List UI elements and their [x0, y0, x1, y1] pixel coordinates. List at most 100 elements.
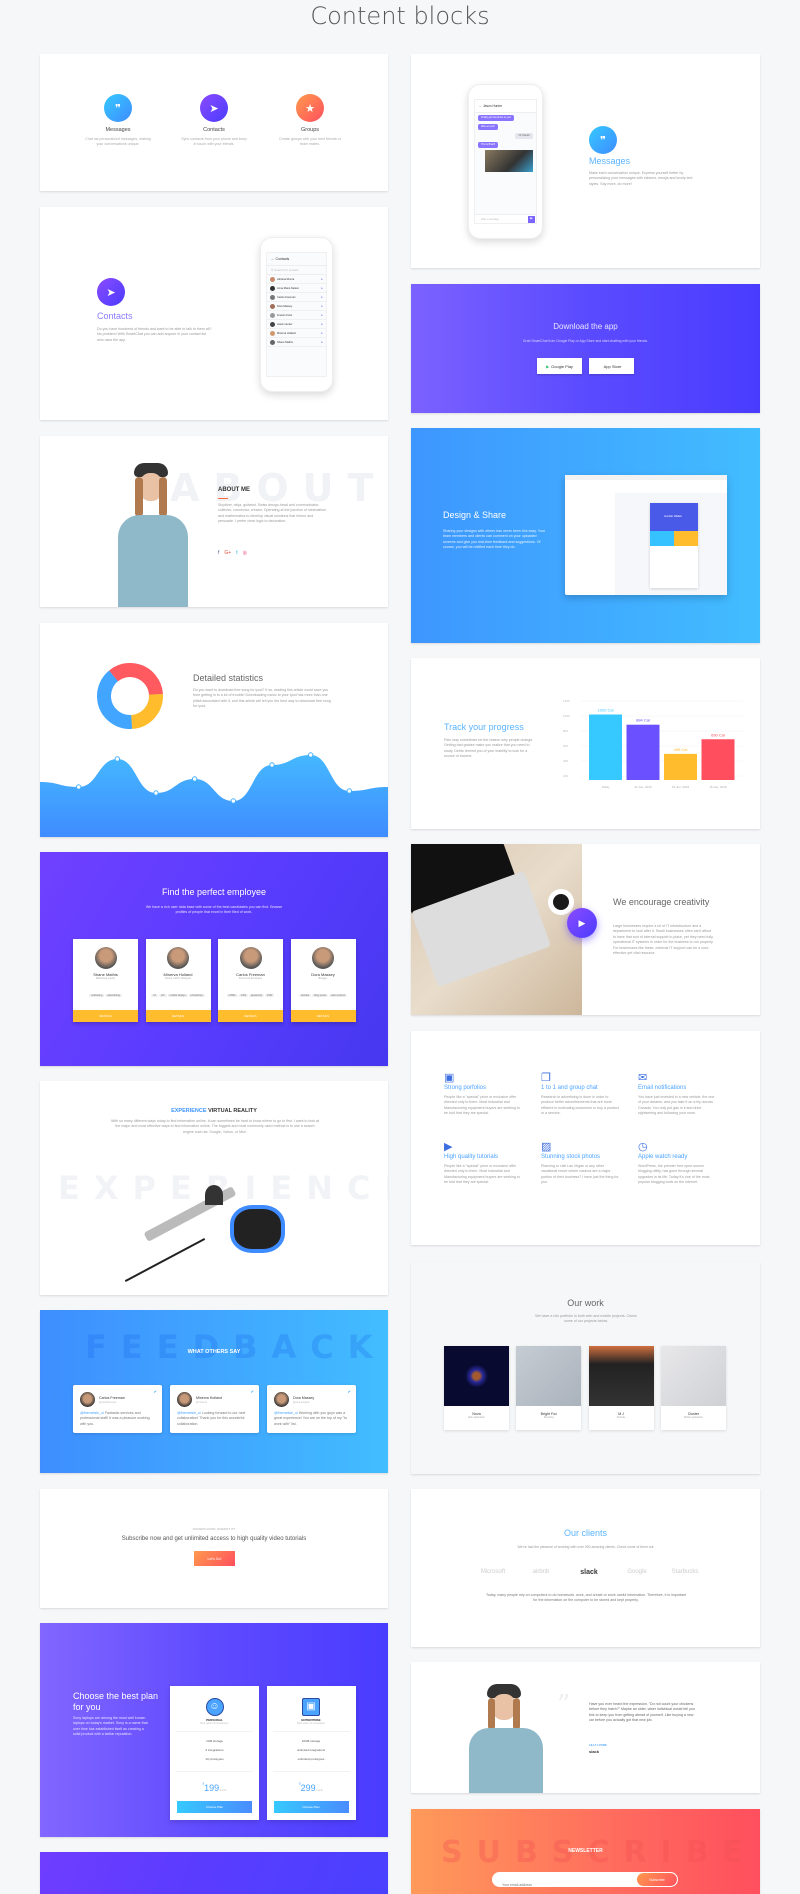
send-icon[interactable]: ➤ [321, 296, 323, 299]
mock-profile-name: Jennifer Walker [650, 503, 698, 531]
wave-point [75, 784, 82, 790]
contact-row[interactable]: Dora Massey ➤ [267, 302, 326, 311]
x-tick-label: 21 Jun, 2016 [634, 785, 652, 789]
employee-card: Minerva Holland Senior UI/UX Designer UI UX… [145, 939, 211, 1022]
title-underline [218, 498, 228, 499]
app-store-button[interactable]: App Store [589, 358, 634, 374]
message-input[interactable]: Write a message ▶ [475, 214, 536, 223]
work-title: Our work [567, 1298, 604, 1308]
send-icon[interactable]: ➤ [321, 323, 323, 326]
google-play-label: Google Play [551, 363, 573, 369]
bar [664, 753, 697, 780]
send-button[interactable]: ▶ [528, 216, 535, 223]
watch-icon: ◷ [638, 1141, 648, 1153]
contact-row[interactable]: Minerva Holland ➤ [267, 329, 326, 338]
vr-title-accent: EXPERIENCE [171, 1108, 207, 1114]
employee-card: Shane Mathis Marketing expert marketing adv… [73, 939, 138, 1022]
avatar [270, 276, 275, 282]
testimonial-card: Carlos Freeman @carlosfreeman ✔ @themeisle_… [73, 1385, 162, 1433]
portfolio-tile[interactable]: Bright Fox Branding [516, 1346, 582, 1430]
app-mockup: Jennifer Walker [565, 475, 727, 595]
choose-plan-button[interactable]: Choose Plan [177, 1801, 252, 1813]
x-tick-label: 15 Jun, 2016 [709, 785, 727, 789]
wave-point [346, 788, 353, 794]
twitter-icon[interactable]: ✔ [154, 1389, 157, 1394]
send-icon[interactable]: ➤ [321, 341, 323, 344]
plan-feature: 10GB storage [301, 1739, 321, 1743]
project-image [516, 1346, 582, 1406]
send-icon[interactable]: ➤ [321, 305, 323, 308]
subscribe-button[interactable]: Subscribe [637, 1873, 677, 1886]
slack-logo: slack [589, 1749, 600, 1754]
contact-row[interactable]: Anna Marie Nelson ➤ [267, 284, 326, 293]
send-icon[interactable]: ➤ [321, 314, 323, 317]
mention[interactable]: @themeisle_ui [274, 1411, 298, 1415]
google-plus-icon[interactable]: G+ [224, 550, 231, 556]
purple-block [40, 1852, 388, 1894]
plan-feature: unlimited integrations [296, 1748, 326, 1752]
chat-message: Oh thanks! [475, 131, 536, 140]
employee-text: We have a rich user data base with some … [145, 905, 283, 915]
clients-footer: Today, many people rely on computers to … [486, 1593, 687, 1603]
facebook-icon[interactable]: f [218, 550, 219, 556]
portfolio-tile[interactable]: Nova Web application [444, 1346, 509, 1430]
newsletter-block: SUBSCRIBE NEWSLETTER Subscribe [411, 1809, 760, 1894]
project-type: Website [616, 1416, 626, 1419]
twitter-icon[interactable]: t [236, 550, 237, 556]
user-icon: ☺ [205, 1698, 224, 1716]
details-button[interactable]: DETAILS [73, 1010, 138, 1022]
mention[interactable]: @themeisle_ui [177, 1411, 201, 1415]
email-input[interactable] [493, 1878, 633, 1886]
y-tick-label: 600 [563, 744, 568, 748]
briefcase-icon: ▣ [444, 1072, 455, 1084]
twitter-icon[interactable]: ✔ [348, 1389, 351, 1394]
instagram-icon[interactable]: ◎ [243, 550, 247, 556]
y-tick-label: 1000 [563, 714, 570, 718]
price-amount: 299 [300, 1783, 316, 1793]
contact-search[interactable]: ⚲ Search for contact [267, 266, 326, 275]
chat-bubble: Finally got that photo to you! [478, 114, 515, 121]
contact-name: Shane Mathis [277, 340, 293, 344]
creativity-text: Large businesses require a lot of IT inf… [613, 924, 714, 956]
mention[interactable]: @themeisle_ui [80, 1411, 104, 1415]
contact-name: Anna Marie Nelson [277, 286, 300, 290]
features-block: ❞ Messages Chat via personalized messages,… [40, 54, 388, 191]
creativity-block: ▶ We encourage creativity Large business… [411, 844, 760, 1015]
google-play-button[interactable]: ▶ Google Play [537, 358, 582, 374]
twitter-icon[interactable]: ✔ [251, 1389, 254, 1394]
play-button[interactable]: ▶ [567, 908, 597, 938]
design-block: Design & Share Sharing your designs with… [411, 428, 760, 643]
send-icon[interactable]: ➤ [321, 287, 323, 290]
contact-row[interactable]: Carlos Freeman ➤ [267, 293, 326, 302]
contact-row[interactable]: Shane Mathis ➤ [267, 338, 326, 347]
price-period: /month [219, 1789, 227, 1792]
y-tick-label: 400 [563, 759, 568, 763]
portfolio-tile[interactable]: Cluster Mobile application [660, 1346, 726, 1430]
choose-plan-button[interactable]: Choose Plan [273, 1801, 349, 1813]
details-button[interactable]: DETAILS [218, 1010, 283, 1022]
details-button[interactable]: DETAILS [290, 1010, 356, 1022]
work-block: Our work We have a rich portfolio in bot… [411, 1262, 760, 1474]
vr-block: EXPERIENCE VIRTUAL REALITY With so many … [40, 1081, 388, 1295]
feature-text: Chat via personalized messages, making y… [85, 137, 151, 147]
contact-row[interactable]: Jason Hunter ➤ [267, 320, 326, 329]
lets-go-button[interactable]: Let's Go! [194, 1551, 235, 1566]
tweet-text: @themeisle_ui Looking forward to our nex… [177, 1411, 253, 1427]
avatar [270, 321, 275, 327]
tag-list: marketingadvertisingemail marketing+4 [73, 983, 138, 1015]
client-logo-google: Google [627, 1569, 647, 1575]
details-button[interactable]: DETAILS [145, 1010, 211, 1022]
portfolio-tile[interactable]: M J Website [588, 1346, 654, 1430]
pricing-text: Sony laptops are among the most well kno… [73, 1716, 148, 1737]
input-placeholder: Write a message [481, 218, 499, 221]
contact-row[interactable]: Adriana Rivera ➤ [267, 275, 326, 284]
send-icon[interactable]: ➤ [321, 332, 323, 335]
plan-subtitle: Best option for companies [272, 1722, 350, 1732]
skill-tag: CSS [238, 994, 249, 997]
tweet-text: @themeisle_ui Working with you guys was … [274, 1411, 350, 1427]
vr-text: With so many different ways today to fin… [110, 1119, 320, 1134]
tweet-text: @themeisle_ui Fantastic services and pro… [80, 1411, 156, 1427]
contact-row[interactable]: Francis Frost ➤ [267, 311, 326, 320]
send-icon[interactable]: ➤ [321, 278, 323, 281]
avatar [274, 1392, 289, 1407]
